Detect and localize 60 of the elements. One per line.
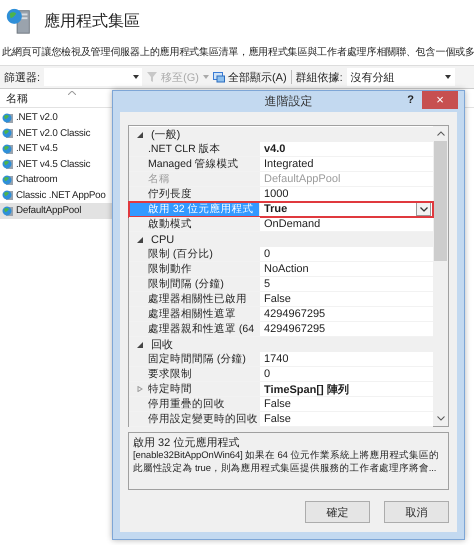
property-value[interactable]: False bbox=[264, 398, 291, 410]
caret-icon[interactable] bbox=[444, 75, 451, 79]
property-value[interactable]: 0 bbox=[264, 368, 270, 380]
app-pool-item[interactable]: Classic .NET AppPoo bbox=[0, 188, 112, 203]
scroll-thumb[interactable] bbox=[434, 141, 447, 261]
description-title: 啟用 32 位元應用程式 bbox=[133, 436, 240, 450]
show-all-button[interactable]: 全部顯示(A) bbox=[212, 70, 287, 84]
expand-triangle-icon[interactable] bbox=[137, 132, 143, 138]
category-label: CPU bbox=[151, 234, 174, 246]
app-pool-item[interactable]: .NET v2.0 Classic bbox=[0, 126, 112, 141]
app-pool-item[interactable]: .NET v4.5 Classic bbox=[0, 156, 112, 172]
globe-server-icon bbox=[2, 204, 14, 217]
page-description: 此網頁可讓您檢視及管理伺服器上的應用程式集區清單，應用程式集區與工作者處理序相關聯、包含一個或多 bbox=[1, 46, 474, 60]
property-value[interactable]: 4294967295 bbox=[264, 323, 326, 335]
property-value[interactable]: True bbox=[264, 203, 288, 215]
property-value[interactable]: v4.0 bbox=[264, 143, 286, 155]
property-value[interactable]: False bbox=[264, 293, 291, 305]
globe-server-icon bbox=[2, 189, 14, 202]
page-title: 應用程式集區 bbox=[44, 12, 140, 32]
scrollbar[interactable] bbox=[433, 126, 448, 426]
group-by-dropdown[interactable]: 沒有分組 bbox=[346, 68, 455, 86]
globe-server-icon bbox=[2, 142, 14, 155]
globe-server-icon bbox=[2, 158, 14, 170]
app-pool-item[interactable]: Chatroom bbox=[0, 172, 112, 188]
app-pool-item[interactable]: .NET v2.0 bbox=[0, 110, 112, 126]
filter-field[interactable] bbox=[44, 68, 142, 86]
globe-server-icon bbox=[2, 112, 14, 124]
dialog-button[interactable]: 確定 bbox=[305, 501, 370, 523]
property-value[interactable]: 1000 bbox=[264, 188, 288, 200]
scroll-down-icon[interactable] bbox=[436, 416, 444, 421]
property-value[interactable]: TimeSpan[] 陣列 bbox=[264, 382, 349, 396]
property-value[interactable]: 4294967295 bbox=[264, 308, 326, 320]
chevron-down-icon[interactable] bbox=[420, 206, 428, 212]
caret-icon[interactable] bbox=[133, 75, 140, 79]
help-button[interactable]: ? bbox=[407, 94, 414, 106]
description-text: [enable32BitAppOnWin64] 如果在 64 位元作業系統上將應用程式集區的此屬性設定為 true，則為應用程式集區提供服務的工作者處理序將會... bbox=[133, 450, 440, 475]
app-pool-item[interactable]: DefaultAppPool bbox=[0, 203, 112, 218]
scroll-up-icon[interactable] bbox=[436, 131, 444, 136]
property-value[interactable]: OnDemand bbox=[264, 218, 320, 230]
property-value[interactable]: 0 bbox=[264, 248, 270, 260]
filter-label: 篩選器: bbox=[4, 70, 40, 84]
dialog-button[interactable]: 取消 bbox=[384, 501, 449, 523]
expand-triangle-icon[interactable] bbox=[137, 236, 143, 242]
property-value[interactable]: 1740 bbox=[264, 353, 288, 365]
property-value[interactable]: Integrated bbox=[264, 158, 314, 170]
property-value[interactable]: 5 bbox=[264, 278, 270, 290]
globe-server-icon bbox=[2, 174, 14, 186]
app-pool-item[interactable]: .NET v4.5 bbox=[0, 141, 112, 156]
sort-caret-icon[interactable] bbox=[68, 91, 76, 95]
close-button[interactable]: × bbox=[422, 91, 458, 109]
windows-icon[interactable] bbox=[212, 71, 225, 83]
category-label: 回收 bbox=[151, 338, 173, 352]
group-by-label: 群組依據: bbox=[296, 70, 343, 84]
property-value[interactable]: NoAction bbox=[264, 263, 309, 275]
property-value[interactable]: False bbox=[264, 413, 291, 425]
expand-triangle-icon[interactable] bbox=[137, 342, 143, 348]
dropdown-button[interactable] bbox=[416, 202, 431, 216]
dialog-title: 進階設定 bbox=[264, 93, 312, 110]
category-label: (一般) bbox=[151, 128, 180, 142]
globe-server-icon bbox=[2, 127, 14, 140]
